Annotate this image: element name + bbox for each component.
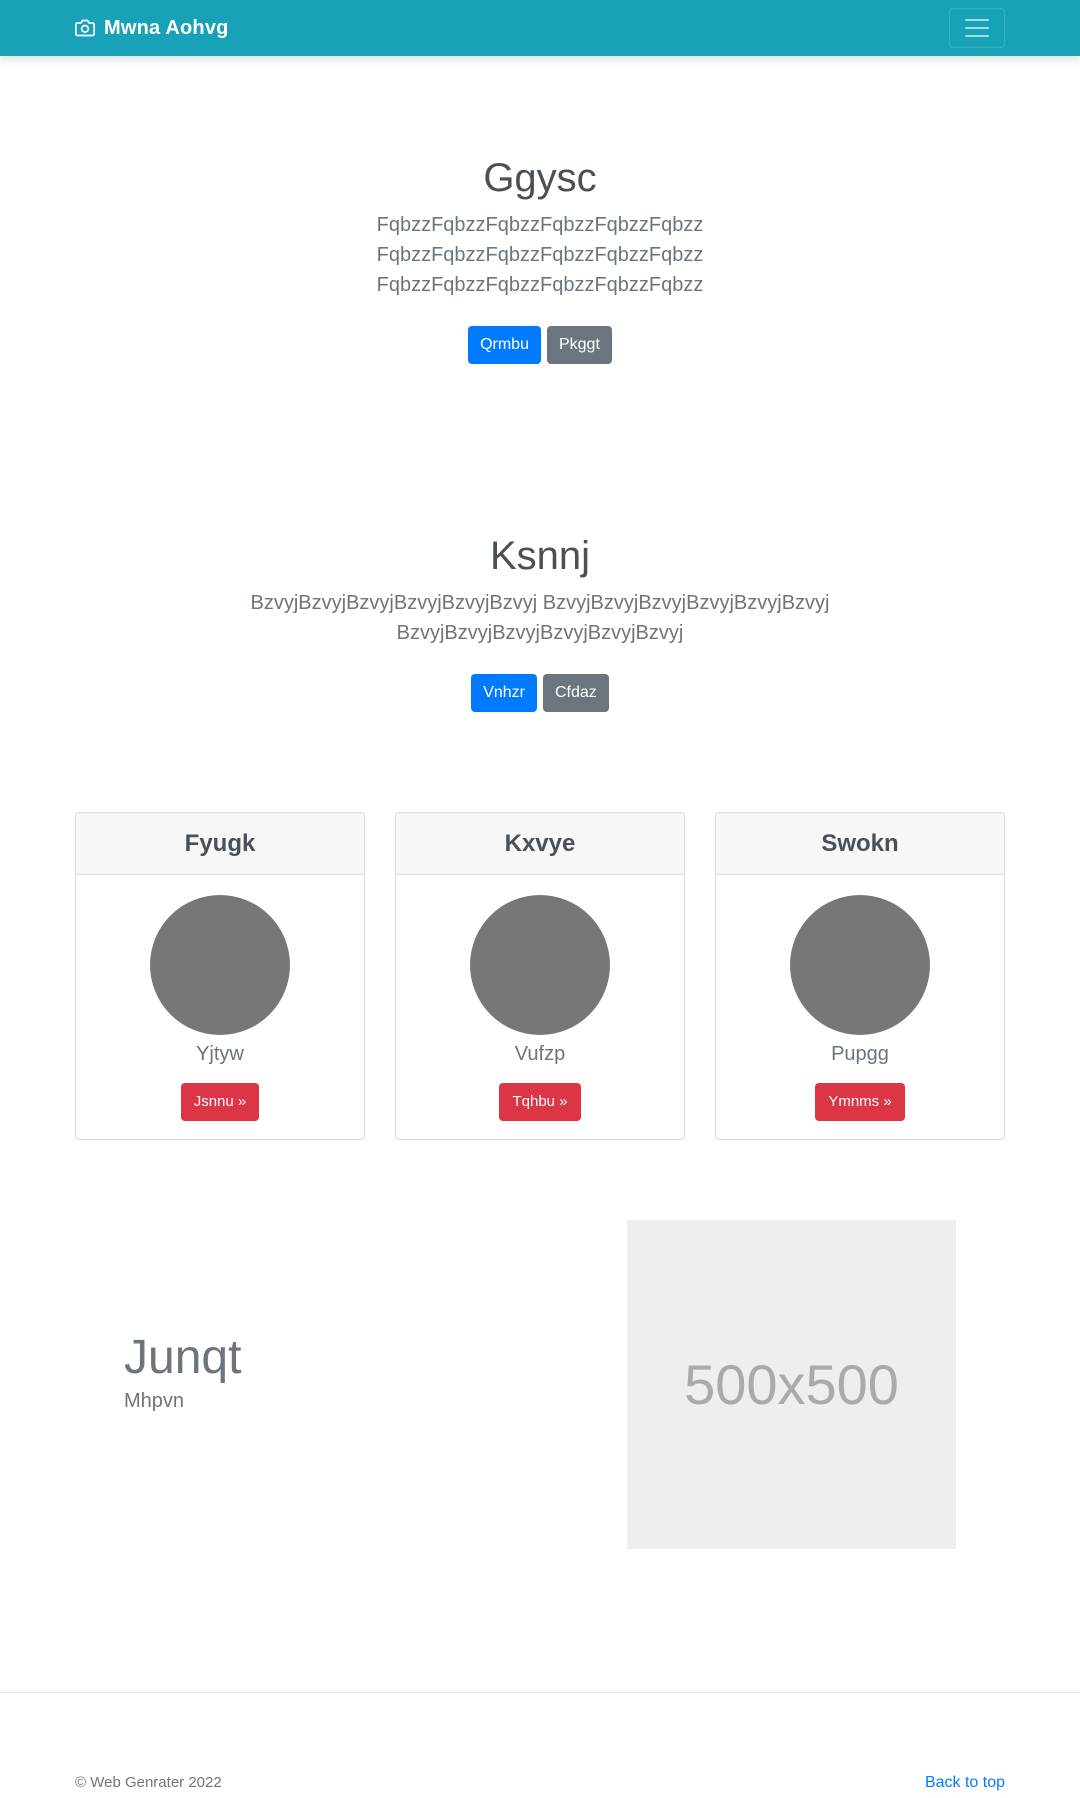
placeholder-image-label: 500x500: [684, 1353, 899, 1416]
hero-actions: Qrmbu Pkggt: [0, 326, 1080, 364]
feature-title: Junqt: [124, 1331, 242, 1384]
avatar: [790, 895, 930, 1035]
feature-subtitle: Mhpvn: [124, 1390, 185, 1412]
card-title: Kxvye: [504, 829, 576, 857]
hero-lead: BzvyjBzvyjBzvyjBzvyjBzvyjBzvyj BzvyjBzvy…: [250, 592, 830, 644]
avatar: [150, 895, 290, 1035]
card-header: Kxvye: [396, 813, 684, 875]
navbar: Mwna Aohvg: [0, 0, 1080, 56]
hero-title: Ksnnj: [489, 534, 591, 578]
hero-actions: Vnhzr Cfdaz: [0, 674, 1080, 712]
card-body: Vufzp Tqhbu »: [396, 875, 684, 1121]
card-action-button[interactable]: Jsnnu »: [180, 1083, 260, 1121]
profile-card: Swokn Pupgg Ymnms »: [715, 812, 1005, 1140]
card-header: Swokn: [716, 813, 1004, 875]
card-name: Vufzp: [514, 1043, 566, 1065]
card-header: Fyugk: [76, 813, 364, 875]
profile-card: Fyugk Yjtyw Jsnnu »: [75, 812, 365, 1140]
hamburger-menu-icon: [965, 19, 989, 37]
hero-primary-button[interactable]: Qrmbu: [468, 326, 541, 364]
card-name: Yjtyw: [196, 1043, 244, 1065]
footer: © Web Genrater 2022 Back to top: [0, 1774, 1080, 1794]
card-name: Pupgg: [831, 1043, 889, 1065]
hero-section-1: Ggysc FqbzzFqbzzFqbzzFqbzzFqbzzFqbzz Fqb…: [0, 154, 1080, 364]
card-body: Yjtyw Jsnnu »: [76, 875, 364, 1121]
hero-section-2: Ksnnj BzvyjBzvyjBzvyjBzvyjBzvyjBzvyj Bzv…: [0, 532, 1080, 712]
avatar: [470, 895, 610, 1035]
hero-secondary-button[interactable]: Cfdaz: [543, 674, 609, 712]
feature-section: Junqt Mhpvn 500x500: [0, 1220, 1080, 1550]
hero-primary-button[interactable]: Vnhzr: [471, 674, 537, 712]
placeholder-image: 500x500: [627, 1220, 956, 1549]
brand-title: Mwna Aohvg: [104, 16, 229, 39]
camera-icon: [75, 19, 95, 37]
hero-title: Ggysc: [483, 156, 597, 200]
copyright-text: © Web Genrater 2022: [75, 1774, 222, 1791]
footer-divider: [0, 1692, 1080, 1693]
profile-card: Kxvye Vufzp Tqhbu »: [395, 812, 685, 1140]
hero-lead: FqbzzFqbzzFqbzzFqbzzFqbzzFqbzz FqbzzFqbz…: [376, 214, 704, 296]
card-title: Fyugk: [184, 829, 256, 857]
navbar-toggler-button[interactable]: [949, 8, 1005, 48]
card-body: Pupgg Ymnms »: [716, 875, 1004, 1121]
card-action-button[interactable]: Tqhbu »: [499, 1083, 581, 1121]
back-to-top-link[interactable]: Back to top: [925, 1774, 1005, 1792]
feature-text: Junqt Mhpvn: [124, 1330, 241, 1414]
card-title: Swokn: [821, 829, 899, 857]
card-action-button[interactable]: Ymnms »: [815, 1083, 905, 1121]
hero-secondary-button[interactable]: Pkggt: [546, 326, 612, 364]
card-deck: Fyugk Yjtyw Jsnnu » Kxvye Vufzp Tqhbu » …: [75, 812, 1005, 1140]
navbar-brand[interactable]: Mwna Aohvg: [75, 16, 229, 40]
